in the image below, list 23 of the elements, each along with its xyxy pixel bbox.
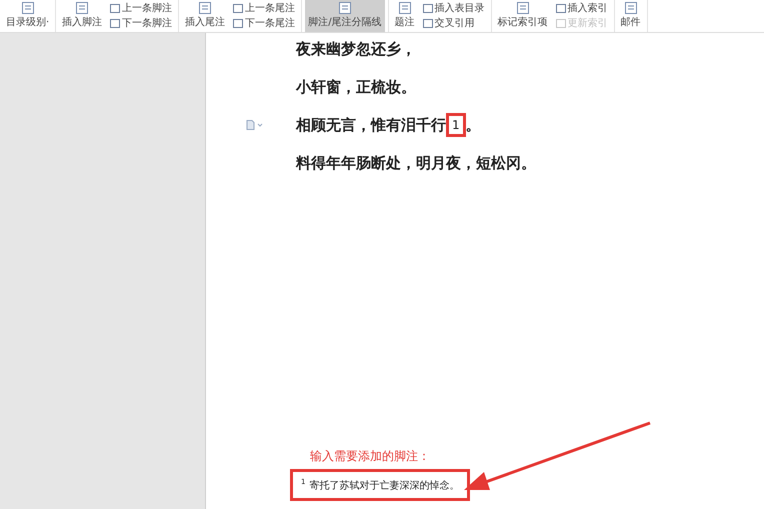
ribbon-button[interactable]: 插入索引 (552, 2, 611, 15)
annotation-label: 输入需要添加的脚注： (309, 448, 431, 465)
punctuation: 。 (466, 115, 481, 135)
ribbon-button[interactable]: 标记索引项 (494, 0, 551, 32)
poem-line: 相顾无言，惟有泪千行 (296, 115, 446, 135)
ribbon-button[interactable]: 题注 (392, 0, 418, 32)
poem-line: 夜来幽梦忽还乡， (296, 39, 416, 59)
ribbon-button[interactable]: 插入表目录 (420, 2, 488, 15)
ribbon-button[interactable]: 脚注/尾注分隔线 (305, 0, 385, 32)
ribbon-button[interactable]: 交叉引用 (420, 17, 488, 30)
footnote-text: $^{1}$ 寄托了苏轼对于亡妻深深的悼念。 (290, 468, 470, 501)
poem-line: 小轩窗，正梳妆。 (296, 77, 416, 97)
ribbon-button[interactable]: 插入尾注 (182, 0, 228, 32)
footnote-reference: 1 (446, 113, 466, 137)
ribbon-button[interactable]: 目录级别· (3, 0, 52, 32)
ribbon-button[interactable]: 上一条脚注 (107, 2, 176, 15)
poem-line: 料得年年肠断处，明月夜，短松冈。 (296, 153, 536, 173)
ribbon-button[interactable]: 上一条尾注 (230, 2, 298, 15)
paragraph-menu-icon[interactable] (246, 120, 264, 130)
ribbon-button[interactable]: 插入脚注 (59, 0, 106, 32)
ribbon-button[interactable]: 下一条尾注 (230, 17, 298, 30)
ribbon-button[interactable]: 下一条脚注 (107, 17, 176, 30)
ribbon-button[interactable]: 邮件 (618, 0, 644, 32)
